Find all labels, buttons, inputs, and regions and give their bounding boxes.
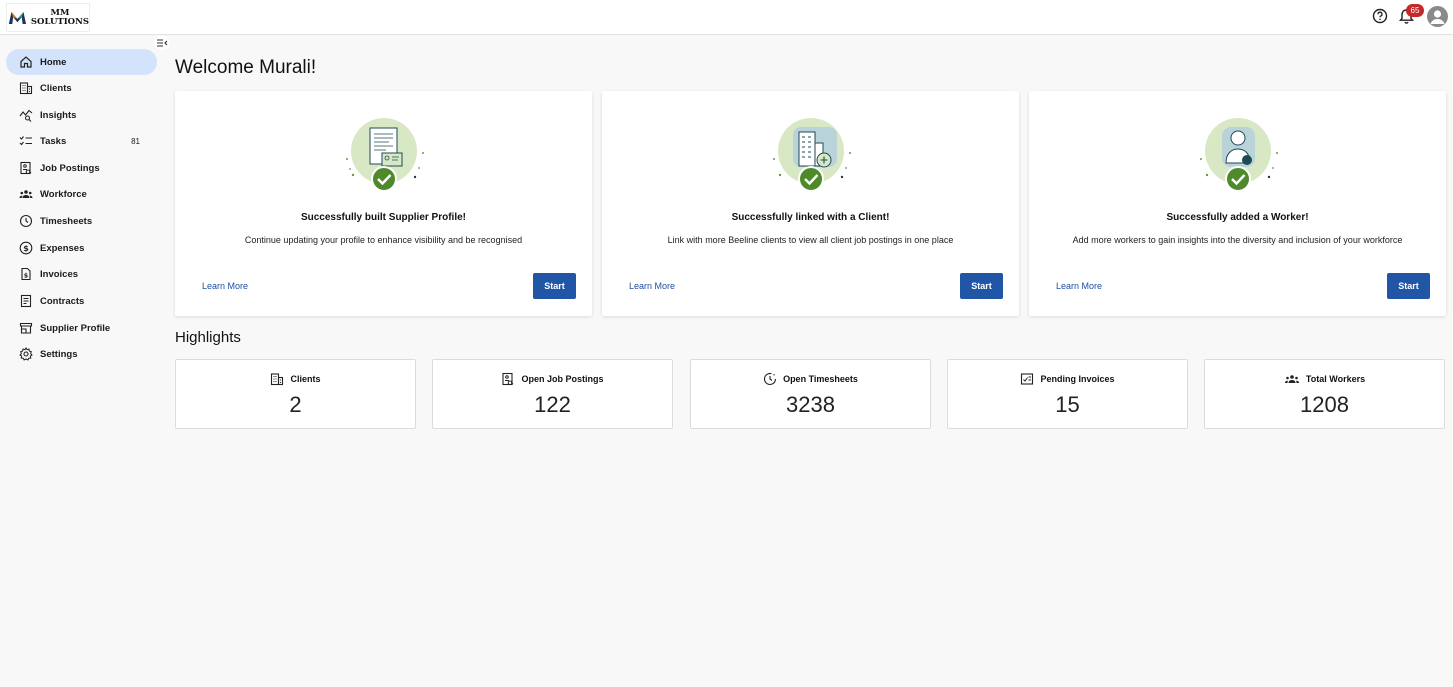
- worker-added-card: Successfully added a Worker! Add more wo…: [1029, 91, 1446, 316]
- highlights-heading: Highlights: [175, 329, 241, 346]
- sidebar-item-supplier-profile[interactable]: Supplier Profile: [6, 315, 157, 341]
- sidebar-item-settings[interactable]: Settings: [6, 341, 157, 367]
- sidebar-item-invoices[interactable]: $ Invoices: [6, 261, 157, 287]
- highlight-label: Clients: [290, 374, 321, 384]
- highlight-pending-invoices[interactable]: Pending Invoices 15: [947, 359, 1188, 429]
- highlight-label: Pending Invoices: [1040, 374, 1115, 384]
- sidebar-item-timesheets[interactable]: Timesheets: [6, 208, 157, 234]
- store-icon: [19, 322, 33, 334]
- learn-more-link[interactable]: Learn More: [1056, 281, 1102, 291]
- supplier-profile-illustration-icon: [346, 118, 424, 192]
- highlight-label: Total Workers: [1305, 374, 1366, 384]
- highlight-clients[interactable]: Clients 2: [175, 359, 416, 429]
- insights-icon: [19, 109, 33, 122]
- svg-text:$: $: [24, 273, 28, 280]
- highlight-label: Open Timesheets: [783, 374, 858, 384]
- card-description: Continue updating your profile to enhanc…: [244, 235, 523, 245]
- learn-more-link[interactable]: Learn More: [629, 281, 675, 291]
- highlight-value: 122: [534, 392, 571, 417]
- dollar-icon: $: [19, 241, 33, 255]
- highlight-open-job-postings[interactable]: Open Job Postings 122: [432, 359, 673, 429]
- card-description: Link with more Beeline clients to view a…: [667, 235, 954, 245]
- sidebar-item-tasks[interactable]: Tasks 81: [6, 128, 157, 154]
- gear-icon: [19, 347, 33, 361]
- invoice-icon: $: [21, 267, 31, 281]
- sidebar-item-label: Insights: [40, 109, 77, 121]
- highlight-value: 15: [1055, 392, 1080, 417]
- building-icon: [271, 373, 284, 386]
- start-button[interactable]: Start: [533, 273, 576, 299]
- sidebar-item-label: Invoices: [40, 268, 79, 280]
- sidebar-item-label: Supplier Profile: [40, 322, 111, 334]
- sidebar-item-workforce[interactable]: Workforce: [6, 181, 157, 207]
- tasks-count: 81: [131, 136, 140, 146]
- sidebar-item-contracts[interactable]: Contracts: [6, 288, 157, 314]
- learn-more-link[interactable]: Learn More: [202, 281, 248, 291]
- highlight-value: 3238: [786, 392, 835, 417]
- sidebar-item-insights[interactable]: Insights: [6, 102, 157, 128]
- card-description: Add more workers to gain insights into t…: [1072, 235, 1403, 245]
- sidebar-item-expenses[interactable]: $ Expenses: [6, 235, 157, 261]
- people-icon: [1284, 375, 1299, 383]
- building-icon: [19, 82, 33, 95]
- sidebar-item-clients[interactable]: Clients: [6, 75, 157, 101]
- logo-mark-icon: [8, 11, 27, 24]
- highlight-total-workers[interactable]: Total Workers 1208: [1204, 359, 1445, 429]
- card-title: Successfully linked with a Client!: [731, 212, 890, 223]
- people-icon: [19, 190, 33, 198]
- svg-text:$: $: [23, 244, 29, 253]
- highlight-value: 2: [289, 392, 302, 417]
- clock-icon: [19, 214, 33, 228]
- card-title: Successfully added a Worker!: [1166, 212, 1309, 223]
- sidebar-item-label: Settings: [40, 348, 78, 360]
- job-postings-icon: [502, 372, 514, 386]
- brand-line2: SOLUTIONS: [30, 16, 89, 27]
- sidebar-item-job-postings[interactable]: Job Postings: [6, 155, 157, 181]
- top-bar: MM SOLUTIONS 65: [0, 0, 1453, 35]
- home-icon: [20, 56, 32, 68]
- invoice-icon: [1021, 373, 1034, 385]
- start-button[interactable]: Start: [1387, 273, 1430, 299]
- sidebar-item-label: Timesheets: [40, 215, 93, 227]
- client-link-card: Successfully linked with a Client! Link …: [602, 91, 1019, 316]
- avatar[interactable]: [1427, 6, 1448, 27]
- highlight-value: 1208: [1300, 392, 1349, 417]
- sidebar-item-label: Contracts: [40, 295, 85, 307]
- notification-badge: 65: [1406, 4, 1424, 17]
- user-icon: [1430, 10, 1445, 24]
- start-button[interactable]: Start: [960, 273, 1003, 299]
- sidebar-item-label: Workforce: [40, 188, 87, 200]
- collapse-sidebar-icon[interactable]: [154, 36, 170, 50]
- sidebar-item-label: Tasks: [40, 135, 67, 147]
- highlight-open-timesheets[interactable]: Open Timesheets 3238: [690, 359, 931, 429]
- sidebar-item-label: Expenses: [40, 242, 85, 254]
- sidebar-item-home[interactable]: Home: [6, 49, 157, 75]
- sidebar-item-label: Clients: [40, 82, 72, 94]
- contract-icon: [20, 294, 32, 308]
- job-postings-icon: [20, 161, 32, 175]
- worker-illustration-icon: [1200, 118, 1278, 192]
- checklist-icon: [19, 136, 32, 146]
- brand-logo[interactable]: MM SOLUTIONS: [6, 3, 90, 32]
- sidebar-item-label: Home: [40, 56, 67, 68]
- highlight-label: Open Job Postings: [521, 374, 604, 384]
- clock-icon: [764, 372, 777, 386]
- help-icon[interactable]: [1371, 7, 1389, 25]
- client-building-illustration-icon: [773, 118, 851, 192]
- sidebar-item-label: Job Postings: [40, 162, 100, 174]
- card-title: Successfully built Supplier Profile!: [300, 212, 467, 223]
- supplier-profile-card: Successfully built Supplier Profile! Con…: [175, 91, 592, 316]
- welcome-heading: Welcome Murali!: [175, 57, 317, 78]
